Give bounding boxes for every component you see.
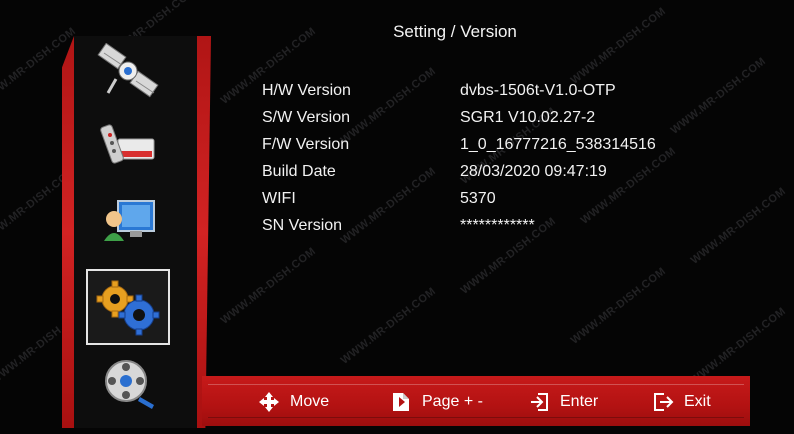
info-label: WIFI bbox=[262, 190, 296, 207]
info-label: F/W Version bbox=[262, 136, 350, 153]
menu-item-media[interactable] bbox=[88, 348, 168, 418]
page-icon bbox=[393, 393, 409, 411]
enter-label: Enter bbox=[560, 393, 599, 410]
watermark-text: WWW.MR-DISH.COM bbox=[338, 285, 439, 367]
info-row-build-date: Build Date 28/03/2020 09:47:19 bbox=[262, 163, 742, 189]
watermark-text: WWW.MR-DISH.COM bbox=[218, 245, 319, 327]
exit-hint[interactable]: Exit bbox=[652, 390, 711, 414]
info-value: SGR1 V10.02.27-2 bbox=[460, 109, 596, 126]
tv-remote-icon bbox=[100, 124, 155, 164]
menu-item-user[interactable] bbox=[88, 186, 168, 256]
sidebar-frame-left bbox=[62, 36, 74, 428]
menu-item-settings[interactable] bbox=[86, 269, 170, 345]
settings-gears-icon bbox=[96, 280, 160, 336]
page-label: Page + - bbox=[422, 393, 483, 410]
info-value: 5370 bbox=[460, 190, 496, 207]
page-hint[interactable]: Page + - bbox=[390, 390, 483, 414]
menu-item-installation[interactable] bbox=[88, 38, 168, 108]
move-hint[interactable]: Move bbox=[258, 390, 329, 414]
info-row-fw-version: F/W Version 1_0_16777216_538314516 bbox=[262, 136, 742, 162]
hint-bar: Move Page + - Enter Exit bbox=[202, 376, 750, 426]
info-label: SN Version bbox=[262, 217, 343, 234]
info-value: 28/03/2020 09:47:19 bbox=[460, 163, 607, 180]
info-label: S/W Version bbox=[262, 109, 351, 126]
watermark-text: WWW.MR-DISH.COM bbox=[568, 5, 669, 87]
info-row-sw-version: S/W Version SGR1 V10.02.27-2 bbox=[262, 109, 742, 135]
exit-label: Exit bbox=[684, 393, 711, 410]
info-value: 1_0_16777216_538314516 bbox=[460, 136, 656, 153]
enter-hint[interactable]: Enter bbox=[528, 390, 598, 414]
info-label: Build Date bbox=[262, 163, 336, 180]
page-title: Setting / Version bbox=[393, 22, 517, 41]
exit-icon bbox=[654, 393, 674, 411]
sidebar-frame-right bbox=[197, 36, 211, 428]
enter-icon bbox=[531, 393, 548, 411]
menu-item-tv[interactable] bbox=[88, 112, 168, 182]
user-monitor-icon bbox=[104, 200, 155, 241]
info-value: dvbs-1506t-V1.0-OTP bbox=[460, 82, 616, 99]
info-row-hw-version: H/W Version dvbs-1506t-V1.0-OTP bbox=[262, 82, 742, 108]
media-film-icon bbox=[105, 360, 154, 409]
info-value: ************ bbox=[460, 217, 535, 234]
info-label: H/W Version bbox=[262, 82, 351, 99]
watermark-text: WWW.MR-DISH.COM bbox=[688, 305, 789, 387]
info-row-sn-version: SN Version ************ bbox=[262, 217, 742, 243]
satellite-icon bbox=[97, 43, 159, 98]
watermark-text: WWW.MR-DISH.COM bbox=[568, 265, 669, 347]
main-menu-sidebar bbox=[62, 36, 211, 428]
move-arrows-icon bbox=[259, 392, 279, 412]
move-label: Move bbox=[290, 393, 330, 410]
info-row-wifi: WIFI 5370 bbox=[262, 190, 742, 216]
